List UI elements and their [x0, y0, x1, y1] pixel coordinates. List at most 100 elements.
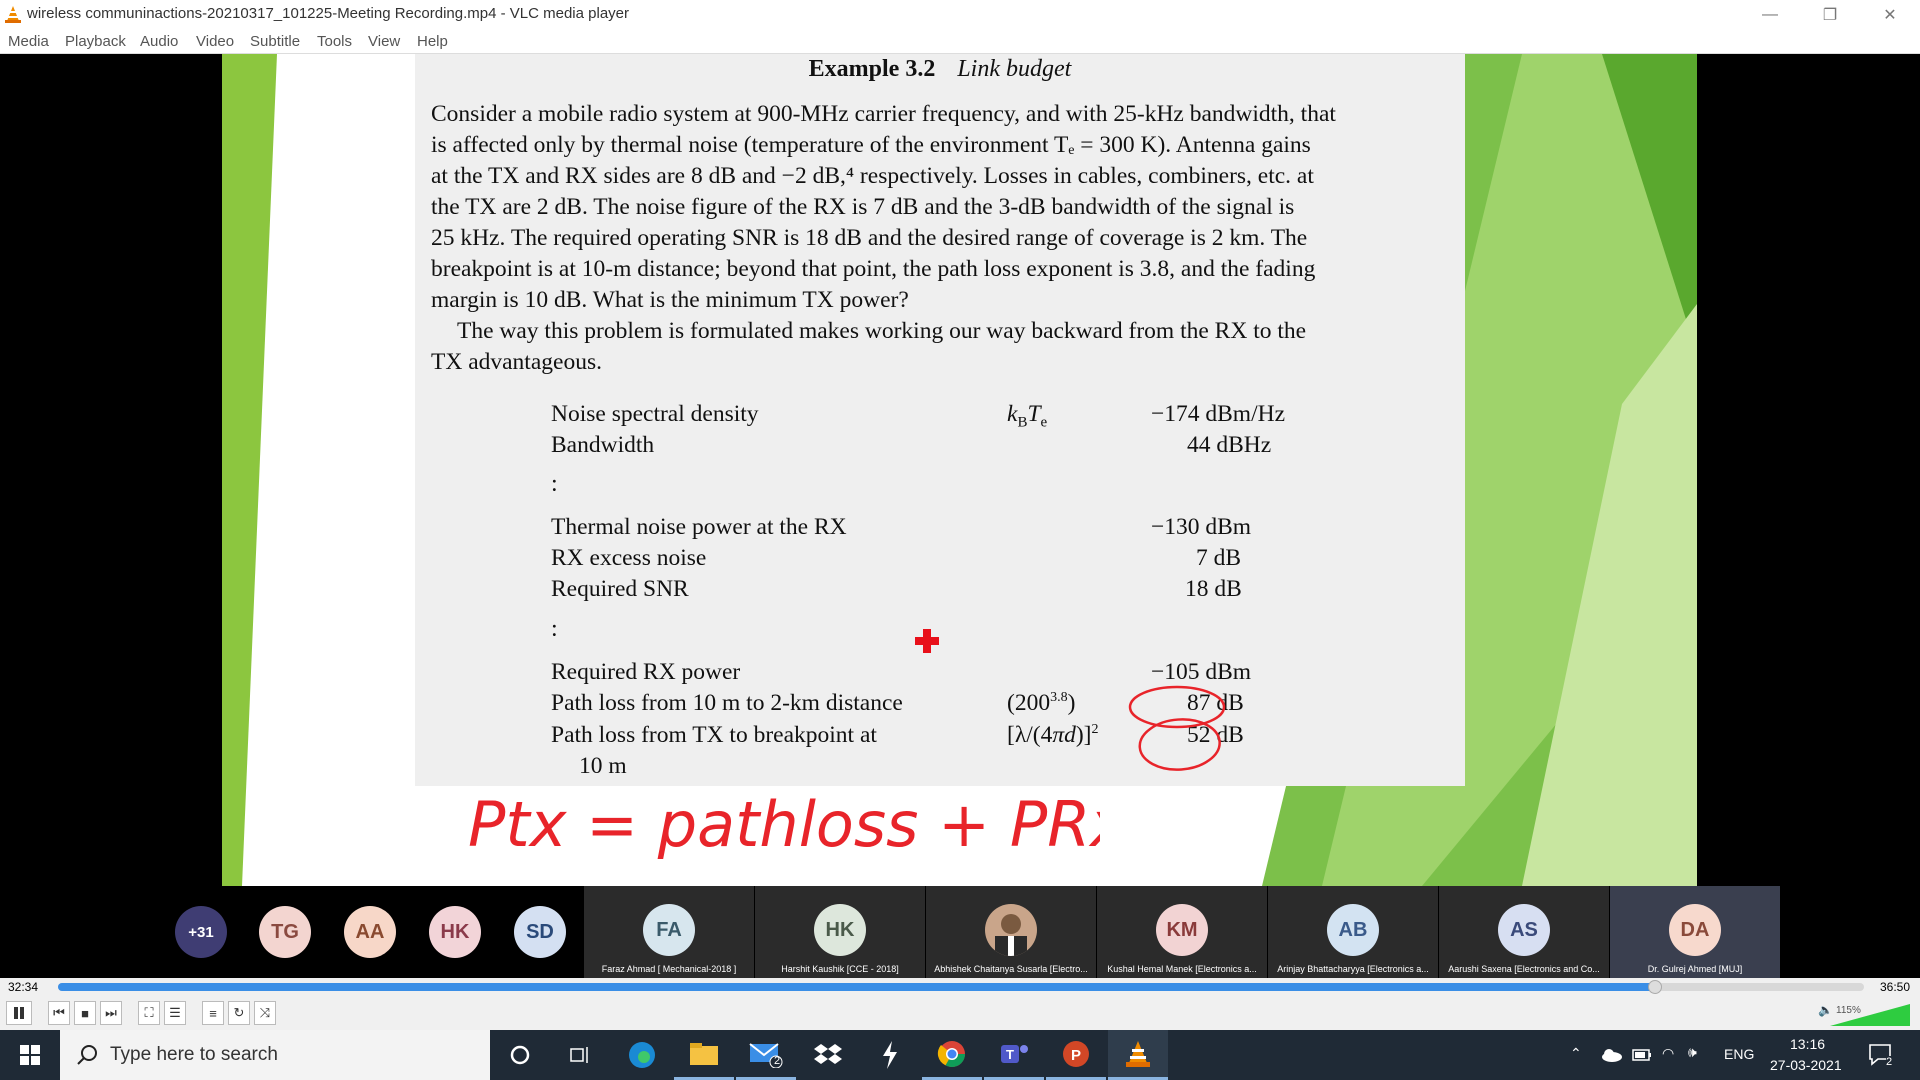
pause-icon [14, 1007, 24, 1019]
participant-tile[interactable]: FA Faraz Ahmad [ Mechanical-2018 ] [584, 886, 754, 978]
file-explorer-taskbar-button[interactable] [674, 1030, 734, 1080]
document-page: Example 3.2 Link budget Consider a mobile… [415, 54, 1465, 786]
mail-taskbar-button[interactable]: 2 [736, 1030, 796, 1080]
participant-tile[interactable]: AB Arinjay Bhattacharyya [Electronics a.… [1268, 886, 1438, 978]
close-button[interactable]: ✕ [1860, 0, 1920, 29]
powerpoint-icon: P [1063, 1040, 1089, 1067]
next-button[interactable]: ⏭ [100, 1001, 122, 1025]
vlc-cone-icon [1126, 1040, 1150, 1067]
vlc-cone-icon [5, 6, 21, 23]
participant-avatar[interactable]: AA [344, 906, 396, 958]
fullscreen-icon: ⛶ [144, 1005, 154, 1020]
video-area[interactable]: Example 3.2 Link budget Consider a mobile… [0, 54, 1920, 886]
taskbar-search[interactable]: Type here to search [60, 1030, 490, 1080]
wifi-icon[interactable]: ◠ [1662, 1045, 1674, 1062]
participant-tile[interactable]: AS Aarushi Saxena [Electronics and Co... [1439, 886, 1609, 978]
participant-avatar: KM [1156, 904, 1208, 956]
volume-tray-icon[interactable]: 🕪 [1688, 1044, 1697, 1061]
mail-badge: 2 [774, 1055, 781, 1067]
pause-button[interactable] [6, 1001, 32, 1025]
chrome-icon [937, 1040, 966, 1067]
participant-tile[interactable]: HK Harshit Kaushik [CCE - 2018] [755, 886, 925, 978]
seek-handle[interactable] [1647, 980, 1662, 994]
notification-count: 2 [1886, 1056, 1893, 1068]
chrome-taskbar-button[interactable] [922, 1030, 982, 1080]
menu-tools[interactable]: Tools [317, 33, 352, 50]
pointer-cross-icon [915, 629, 939, 653]
windows-logo-icon [20, 1045, 40, 1065]
participant-tile[interactable]: KM Kushal Hemal Manek [Electronics a... [1097, 886, 1267, 978]
menu-audio[interactable]: Audio [140, 33, 178, 50]
participant-tile[interactable]: DA Dr. Gulrej Ahmed [MUJ] [1610, 886, 1780, 978]
previous-button[interactable]: ⏮ [48, 1001, 70, 1025]
participant-avatar: AS [1498, 904, 1550, 956]
folder-icon [690, 1042, 718, 1065]
task-view-icon [570, 1047, 588, 1063]
menu-playback[interactable]: Playback [65, 33, 126, 50]
participant-name: Dr. Gulrej Ahmed [MUJ] [1647, 964, 1743, 974]
window-title: wireless communinactions-20210317_101225… [27, 5, 629, 22]
participant-avatar: AB [1327, 904, 1379, 956]
participant-avatar: FA [643, 904, 695, 956]
volume-slider[interactable] [1830, 1004, 1912, 1026]
menu-media[interactable]: Media [8, 33, 49, 50]
total-time: 36:50 [1880, 980, 1911, 994]
elapsed-time: 32:34 [8, 980, 39, 994]
participant-avatar[interactable]: HK [429, 906, 481, 958]
participant-name: Kushal Hemal Manek [Electronics a... [1107, 964, 1257, 974]
menu-view[interactable]: View [368, 33, 400, 50]
dropbox-icon [814, 1044, 842, 1064]
extended-settings-button[interactable]: ☰ [164, 1001, 186, 1025]
clock-time[interactable]: 13:16 [1790, 1036, 1825, 1052]
player-controls: 32:34 36:50 ⏮ ■ ⏭ ⛶ ☰ ≡ ↻ ⤨ 🔈 115% [0, 978, 1920, 1030]
stop-button[interactable]: ■ [74, 1001, 96, 1025]
battery-icon[interactable] [1632, 1049, 1652, 1061]
show-hidden-icons-chevron-icon[interactable]: ⌃ [1570, 1045, 1582, 1062]
lightning-icon [883, 1041, 897, 1069]
next-icon: ⏭ [105, 1005, 117, 1020]
participant-avatar: DA [1669, 904, 1721, 956]
participant-photo [985, 904, 1037, 956]
powerpoint-taskbar-button[interactable]: P [1046, 1030, 1106, 1080]
seek-bar[interactable] [58, 980, 1864, 994]
menu-subtitle[interactable]: Subtitle [250, 33, 300, 50]
playlist-icon: ≡ [209, 1005, 217, 1021]
participant-avatar[interactable]: TG [259, 906, 311, 958]
ink-annotations [1128, 685, 1226, 771]
task-view-button[interactable] [550, 1030, 610, 1080]
start-button[interactable] [0, 1030, 60, 1080]
menu-video[interactable]: Video [196, 33, 234, 50]
title-bar: wireless communinactions-20210317_101225… [0, 0, 1920, 29]
playlist-button[interactable]: ≡ [202, 1001, 224, 1025]
menu-help[interactable]: Help [417, 33, 448, 50]
restore-button[interactable]: ❐ [1800, 0, 1860, 29]
clock-date[interactable]: 27-03-2021 [1770, 1057, 1842, 1073]
loop-button[interactable]: ↻ [228, 1001, 250, 1025]
cortana-icon [510, 1045, 530, 1065]
edge-icon [629, 1042, 655, 1068]
seek-progress [58, 983, 1655, 991]
shuffle-button[interactable]: ⤨ [254, 1001, 276, 1025]
participant-name: Arinjay Bhattacharyya [Electronics a... [1277, 964, 1429, 974]
vlc-taskbar-button[interactable] [1108, 1030, 1168, 1080]
participants-strip: +31 TG AA HK SD FA Faraz Ahmad [ Mechani… [0, 886, 1920, 978]
more-participants-badge[interactable]: +31 [175, 906, 227, 958]
stop-icon: ■ [81, 1005, 89, 1021]
fullscreen-button[interactable]: ⛶ [138, 1001, 160, 1025]
edge-taskbar-button[interactable] [612, 1030, 672, 1080]
language-indicator[interactable]: ENG [1724, 1046, 1754, 1062]
teams-taskbar-button[interactable]: T [984, 1030, 1044, 1080]
person-photo-icon [995, 914, 1027, 956]
participant-avatar[interactable]: SD [514, 906, 566, 958]
participant-tile[interactable]: Abhishek Chaitanya Susarla [Electro... [926, 886, 1096, 978]
lightning-app-taskbar-button[interactable] [860, 1030, 920, 1080]
minimize-button[interactable]: — [1740, 0, 1800, 29]
participant-avatar: HK [814, 904, 866, 956]
svg-text:P: P [1071, 1047, 1081, 1064]
onedrive-cloud-icon[interactable] [1600, 1048, 1622, 1062]
participant-name: Aarushi Saxena [Electronics and Co... [1448, 964, 1600, 974]
participant-name: Faraz Ahmad [ Mechanical-2018 ] [601, 964, 737, 974]
cortana-button[interactable] [490, 1030, 550, 1080]
dropbox-taskbar-button[interactable] [798, 1030, 858, 1080]
shuffle-icon: ⤨ [259, 1005, 271, 1020]
